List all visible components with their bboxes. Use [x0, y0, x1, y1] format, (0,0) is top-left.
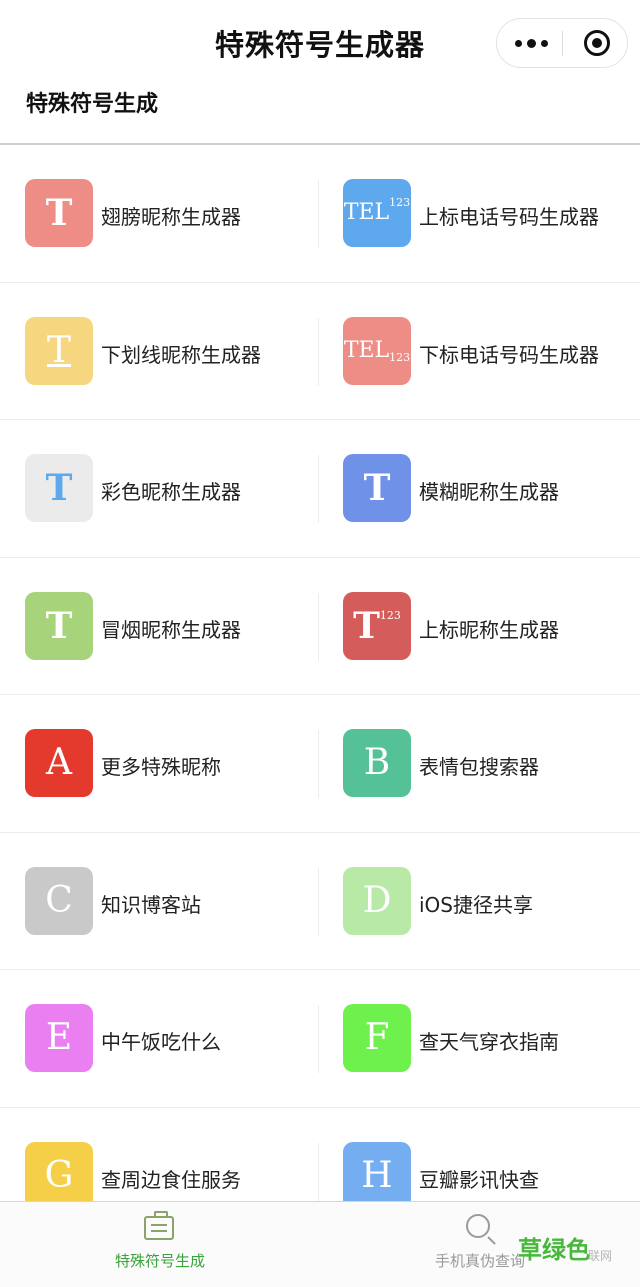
grid-row: T 翅膀昵称生成器 TEL123 上标电话号码生成器	[0, 145, 640, 283]
tel-superscript-icon: TEL123	[343, 179, 411, 247]
icon-glyph: B	[363, 742, 391, 783]
watermark-sub: 联网	[588, 1249, 613, 1263]
close-miniprogram-button[interactable]	[563, 19, 629, 67]
tool-label: 知识博客站	[101, 892, 201, 917]
tab-special-symbols[interactable]: 特殊符号生成	[0, 1202, 320, 1287]
dot-icon	[515, 40, 522, 47]
tool-item-weather-outfit[interactable]: F 查天气穿衣指南	[318, 970, 636, 1107]
tool-label: 翅膀昵称生成器	[101, 205, 241, 229]
tool-label: 模糊昵称生成器	[419, 480, 559, 504]
icon-glyph: T	[363, 467, 391, 509]
tab-phone-check[interactable]: 手机真伪查询	[320, 1202, 640, 1287]
watermark: 草绿色	[518, 1236, 590, 1264]
icon-glyph: TEL123	[343, 179, 411, 247]
tool-label: 下划线昵称生成器	[101, 342, 261, 367]
letter-h-icon: H	[343, 1141, 411, 1210]
icon-glyph: T	[45, 467, 73, 509]
target-dot	[592, 38, 602, 48]
tool-item-wing-nickname[interactable]: T 翅膀昵称生成器	[0, 145, 318, 282]
tool-label: iOS捷径共享	[419, 892, 533, 917]
tool-label: 豆瓣影讯快查	[419, 1167, 539, 1192]
bag-icon	[144, 1211, 174, 1240]
icon-text: TEL	[343, 200, 390, 225]
icon-glyph: G	[44, 1154, 74, 1196]
icon-subscript: 123	[389, 350, 411, 364]
blurred-t-icon: T	[343, 454, 411, 522]
icon-glyph: TEL123	[343, 317, 411, 385]
tool-item-sticker-search[interactable]: B 表情包搜索器	[318, 695, 636, 832]
letter-c-icon: C	[25, 866, 93, 935]
tool-item-knowledge-blog[interactable]: C 知识博客站	[0, 833, 318, 970]
icon-text: T	[353, 604, 380, 647]
colored-t-icon: T	[25, 454, 93, 522]
dot-icon	[527, 39, 536, 48]
tool-item-smoke-nickname[interactable]: T 冒烟昵称生成器	[0, 558, 318, 695]
smoking-t-icon: T	[25, 591, 93, 660]
t-superscript-icon: T123	[343, 591, 411, 660]
section-title: 特殊符号生成	[26, 92, 159, 117]
tool-item-superscript-phone[interactable]: TEL123 上标电话号码生成器	[318, 145, 636, 282]
tool-label: 表情包搜索器	[419, 755, 539, 779]
capsule-menu	[496, 18, 628, 68]
letter-b-icon: B	[343, 729, 411, 797]
grid-row: T 冒烟昵称生成器 T123 上标昵称生成器	[0, 558, 640, 695]
icon-glyph: T123	[343, 592, 411, 660]
tool-label: 冒烟昵称生成器	[101, 617, 241, 642]
icon-glyph: E	[45, 1017, 73, 1058]
icon-glyph: T	[45, 192, 73, 234]
tool-label: 上标昵称生成器	[419, 617, 559, 642]
letter-a-icon: A	[25, 729, 93, 797]
underlined-t-icon: T	[25, 316, 93, 385]
tool-item-lunch-picker[interactable]: E 中午饭吃什么	[0, 970, 318, 1107]
tool-label: 下标电话号码生成器	[419, 342, 599, 367]
tool-label: 查周边食住服务	[101, 1167, 241, 1192]
icon-superscript: 123	[389, 196, 411, 209]
tab-label: 特殊符号生成	[114, 1252, 205, 1270]
tool-item-superscript-nickname[interactable]: T123 上标昵称生成器	[318, 558, 636, 695]
icon-glyph: H	[361, 1154, 393, 1196]
icon-glyph: C	[45, 879, 73, 921]
tool-label: 查天气穿衣指南	[419, 1030, 559, 1054]
tool-grid: T 翅膀昵称生成器 TEL123 上标电话号码生成器 T 下划线昵称生成器 TE…	[0, 145, 640, 1245]
grid-row: A 更多特殊昵称 B 表情包搜索器	[0, 695, 640, 833]
grid-row: T 下划线昵称生成器 TEL123 下标电话号码生成器	[0, 283, 640, 420]
grid-row: E 中午饭吃什么 F 查天气穿衣指南	[0, 970, 640, 1108]
tool-label: 更多特殊昵称	[101, 755, 221, 779]
tool-label: 中午饭吃什么	[101, 1030, 221, 1054]
icon-text: TEL	[343, 337, 390, 363]
grid-row: T 彩色昵称生成器 T 模糊昵称生成器	[0, 420, 640, 558]
tool-item-subscript-phone[interactable]: TEL123 下标电话号码生成器	[318, 283, 636, 420]
tool-item-colored-nickname[interactable]: T 彩色昵称生成器	[0, 420, 318, 557]
tel-subscript-icon: TEL123	[343, 316, 411, 385]
title-bar: 特殊符号生成器	[0, 0, 640, 82]
letter-d-icon: D	[343, 866, 411, 935]
icon-glyph: F	[364, 1017, 390, 1058]
letter-g-icon: G	[25, 1141, 93, 1210]
tool-label: 上标电话号码生成器	[419, 205, 599, 229]
tool-item-blurred-nickname[interactable]: T 模糊昵称生成器	[318, 420, 636, 557]
icon-glyph: D	[362, 879, 392, 921]
grid-row: C 知识博客站 D iOS捷径共享	[0, 833, 640, 970]
more-options-button[interactable]	[497, 19, 563, 67]
tool-item-ios-shortcuts[interactable]: D iOS捷径共享	[318, 833, 636, 970]
tool-item-more-nicknames[interactable]: A 更多特殊昵称	[0, 695, 318, 832]
letter-e-icon: E	[25, 1004, 93, 1072]
letter-f-icon: F	[343, 1004, 411, 1072]
icon-superscript: 123	[379, 608, 401, 622]
icon-glyph: T	[45, 604, 73, 647]
winged-t-icon: T	[25, 179, 93, 247]
tool-item-underline-nickname[interactable]: T 下划线昵称生成器	[0, 283, 318, 420]
icon-glyph: A	[46, 742, 72, 783]
icon-glyph: T	[46, 329, 71, 371]
dot-icon	[541, 40, 548, 47]
tool-label: 彩色昵称生成器	[101, 480, 241, 504]
search-icon	[466, 1214, 490, 1238]
